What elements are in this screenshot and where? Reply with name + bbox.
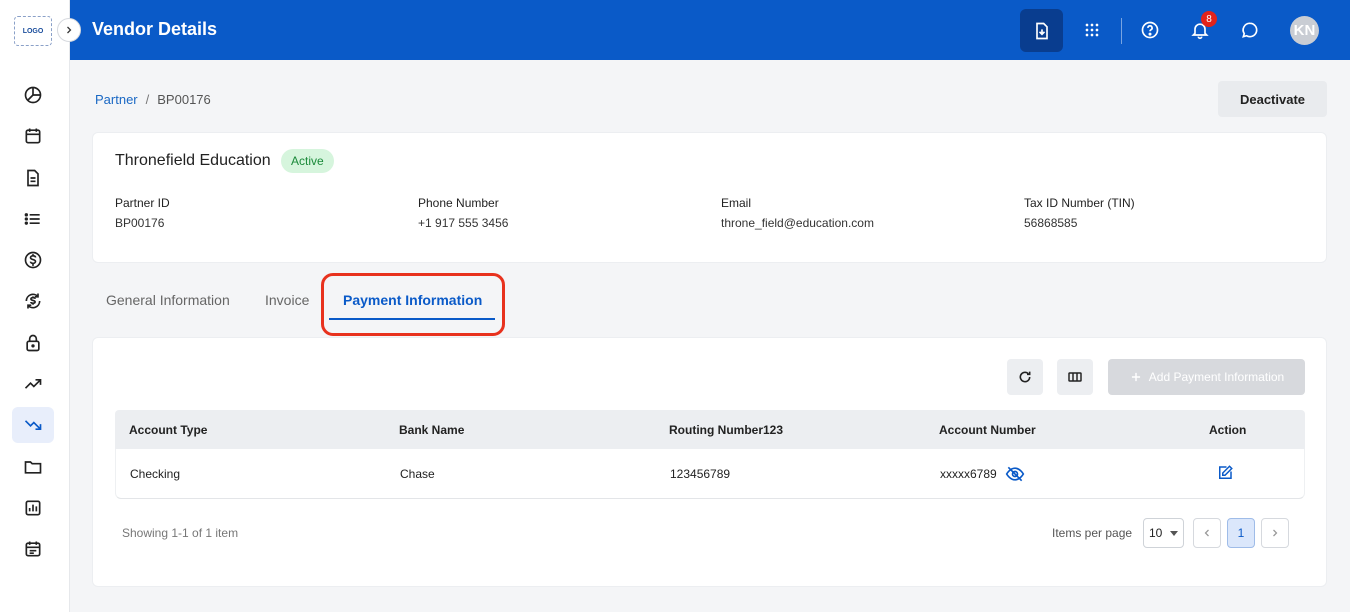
list-icon[interactable] [12,201,54,237]
chat-icon [1242,22,1258,38]
column-header-action: Action [1209,423,1247,437]
add-payment-information-label: Add Payment Information [1148,370,1285,384]
plus-icon [1131,372,1140,382]
caret-down-icon [1170,531,1178,536]
items-per-page-value: 10 [1149,526,1163,540]
tab-payment-information[interactable]: Payment Information [343,292,482,308]
next-page-button[interactable] [1261,518,1289,548]
partner-id-field: Partner ID BP00176 [115,196,170,230]
cell-action [1216,464,1234,482]
column-header-bank-name: Bank Name [399,423,465,437]
tab-invoice[interactable]: Invoice [265,292,309,308]
page-title: Vendor Details [92,19,218,39]
vendor-info-card: Thronefield Education Active Partner ID … [92,132,1327,263]
refresh-button[interactable] [1007,359,1043,395]
previous-page-button[interactable] [1193,518,1221,548]
chevron-left-icon [1204,529,1209,537]
sidebar: LOGO [0,0,70,612]
tin-value: 56868585 [1024,216,1078,230]
breadcrumb: Partner / BP00176 [95,92,211,107]
help-icon [1141,21,1159,39]
cell-bank-name: Chase [400,467,435,481]
chat-button[interactable] [1233,13,1267,47]
items-per-page-select[interactable]: 10 [1143,518,1184,548]
partner-id-label: Partner ID [115,196,170,210]
email-label: Email [721,196,752,210]
status-badge: Active [281,149,334,173]
schedule-icon[interactable] [12,531,54,567]
pagination-summary: Showing 1-1 of 1 item [122,526,239,540]
chevron-right-icon [1273,529,1278,537]
email-value: throne_field@education.com [721,216,874,230]
sidebar-expand-button[interactable] [57,18,81,42]
active-tab-indicator [329,318,495,320]
phone-label: Phone Number [418,196,499,210]
add-payment-information-button[interactable]: Add Payment Information [1108,359,1305,395]
trend-up-icon[interactable] [12,366,54,402]
tin-label: Tax ID Number (TIN) [1024,196,1135,210]
table-row: Checking Chase 123456789 xxxxx6789 [115,449,1305,499]
cell-account-number: xxxxx6789 [940,464,1025,484]
edit-icon[interactable] [1216,464,1234,482]
tab-general-information[interactable]: General Information [106,292,230,308]
refresh-icon [1019,371,1031,383]
payment-information-card: Add Payment Information Account Type Ban… [92,337,1327,587]
columns-button[interactable] [1057,359,1093,395]
notification-badge: 8 [1201,11,1217,27]
dollar-exchange-icon[interactable] [12,283,54,319]
table-header: Account Type Bank Name Routing Number123… [115,410,1305,449]
phone-field: Phone Number +1 917 555 3456 [418,196,508,230]
bar-chart-icon[interactable] [12,490,54,526]
pie-chart-icon[interactable] [12,77,54,113]
page-1-button[interactable]: 1 [1227,518,1255,548]
account-number-value: xxxxx6789 [940,467,997,481]
dollar-icon[interactable] [12,242,54,278]
chevron-right-icon [67,26,72,34]
partner-id-value: BP00176 [115,216,165,230]
apps-button[interactable] [1075,13,1109,47]
logo: LOGO [14,16,52,46]
cell-account-type: Checking [130,467,181,481]
column-header-account-number: Account Number [939,423,1036,437]
download-button[interactable] [1020,9,1063,52]
tin-field: Tax ID Number (TIN) 56868585 [1024,196,1135,230]
payment-table: Account Type Bank Name Routing Number123… [115,410,1305,499]
apps-grid-icon [1085,23,1099,37]
lock-icon[interactable] [12,325,54,361]
phone-value: +1 917 555 3456 [418,216,509,230]
column-header-routing-number: Routing Number123 [669,423,784,437]
breadcrumb-current: BP00176 [157,92,211,107]
vendor-name: Thronefield Education [115,152,271,169]
email-field: Email throne_field@education.com [721,196,874,230]
document-icon[interactable] [12,160,54,196]
top-header: Vendor Details 8 KN [70,0,1350,60]
deactivate-button[interactable]: Deactivate [1218,81,1327,117]
breadcrumb-separator: / [145,92,150,107]
trend-down-icon[interactable] [12,407,54,443]
column-header-account-type: Account Type [129,423,208,437]
help-button[interactable] [1133,13,1167,47]
header-divider [1121,18,1122,44]
items-per-page-label: Items per page [1052,526,1133,540]
download-file-icon [1035,22,1048,39]
user-avatar[interactable]: KN [1290,16,1319,45]
cell-routing-number: 123456789 [670,467,731,481]
calendar-icon[interactable] [12,118,54,154]
columns-icon [1068,372,1082,382]
notifications-button[interactable]: 8 [1183,11,1217,47]
eye-off-icon[interactable] [1005,464,1025,484]
folder-icon[interactable] [12,449,54,485]
breadcrumb-partner-link[interactable]: Partner [95,92,138,107]
